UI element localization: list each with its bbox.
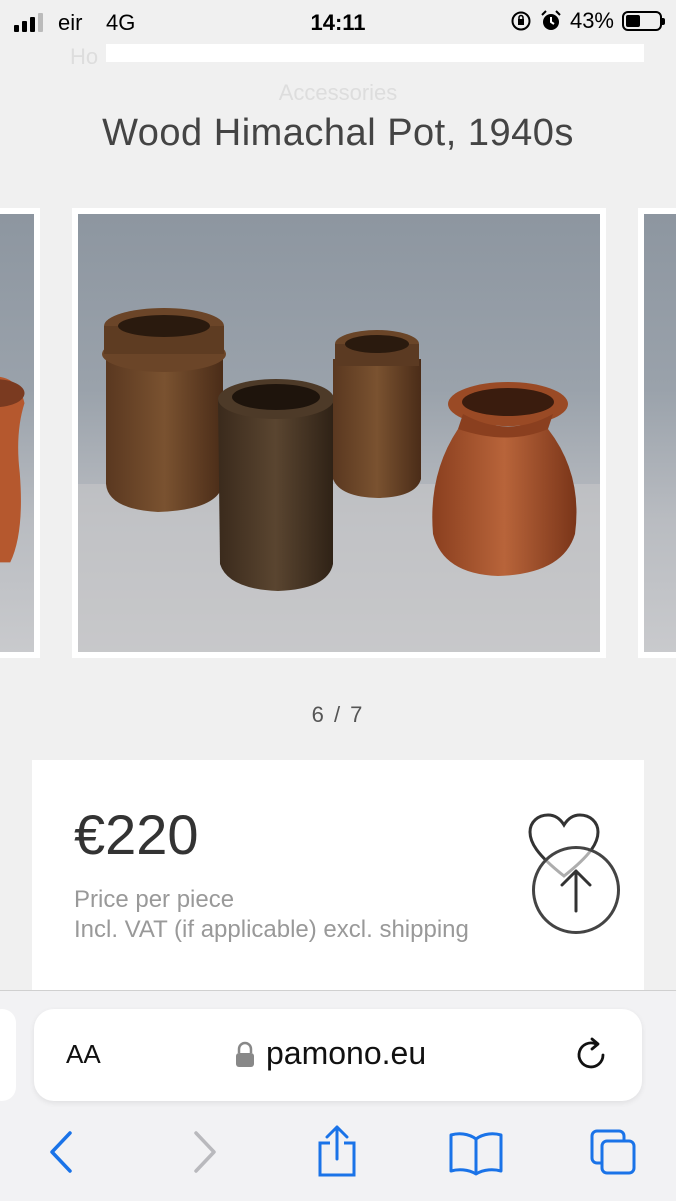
orientation-lock-icon [511, 11, 531, 31]
status-right: 43% [510, 8, 665, 34]
address-bar[interactable]: AA pamono.eu [34, 1009, 642, 1101]
price-note: Price per piece [74, 886, 235, 913]
gallery-slide-current[interactable] [72, 208, 606, 658]
product-title: Wood Himachal Pot, 1940s [102, 112, 574, 154]
back-icon[interactable] [42, 1127, 82, 1177]
lock-icon [236, 1041, 254, 1067]
price-card: €220 Price per piece Incl. VAT (if appli… [32, 760, 644, 992]
tabs-icon[interactable] [588, 1127, 638, 1177]
header-overlay-bar [106, 44, 644, 62]
forward-icon[interactable] [184, 1127, 224, 1177]
reload-icon[interactable] [572, 1035, 610, 1073]
battery-icon [622, 11, 665, 31]
battery-percent: 43% [569, 8, 614, 33]
alarm-icon [541, 10, 561, 30]
text-size-button[interactable]: AA [66, 1039, 101, 1070]
vat-note: Incl. VAT (if applicable) excl. shipping [74, 916, 469, 943]
status-bar: eir 4G 14:11 43% [0, 0, 676, 44]
scroll-top-button[interactable] [532, 846, 620, 934]
price: €220 [74, 803, 199, 866]
faded-nav-text: Ho [70, 44, 99, 69]
product-photo [78, 214, 600, 652]
share-icon[interactable] [314, 1123, 360, 1179]
gallery-slide-prev[interactable] [0, 208, 40, 658]
faded-category-text: Accessories [278, 80, 398, 105]
gallery-counter: 6 / 7 [311, 702, 365, 727]
gallery-slide-next[interactable] [638, 208, 676, 658]
url-domain[interactable]: pamono.eu [266, 1035, 426, 1072]
bookmarks-icon[interactable] [448, 1127, 504, 1177]
arrow-up-icon [560, 869, 592, 913]
browser-toolbar: AA pamono.eu [0, 990, 676, 1201]
previous-tab-peek[interactable] [0, 1009, 16, 1101]
